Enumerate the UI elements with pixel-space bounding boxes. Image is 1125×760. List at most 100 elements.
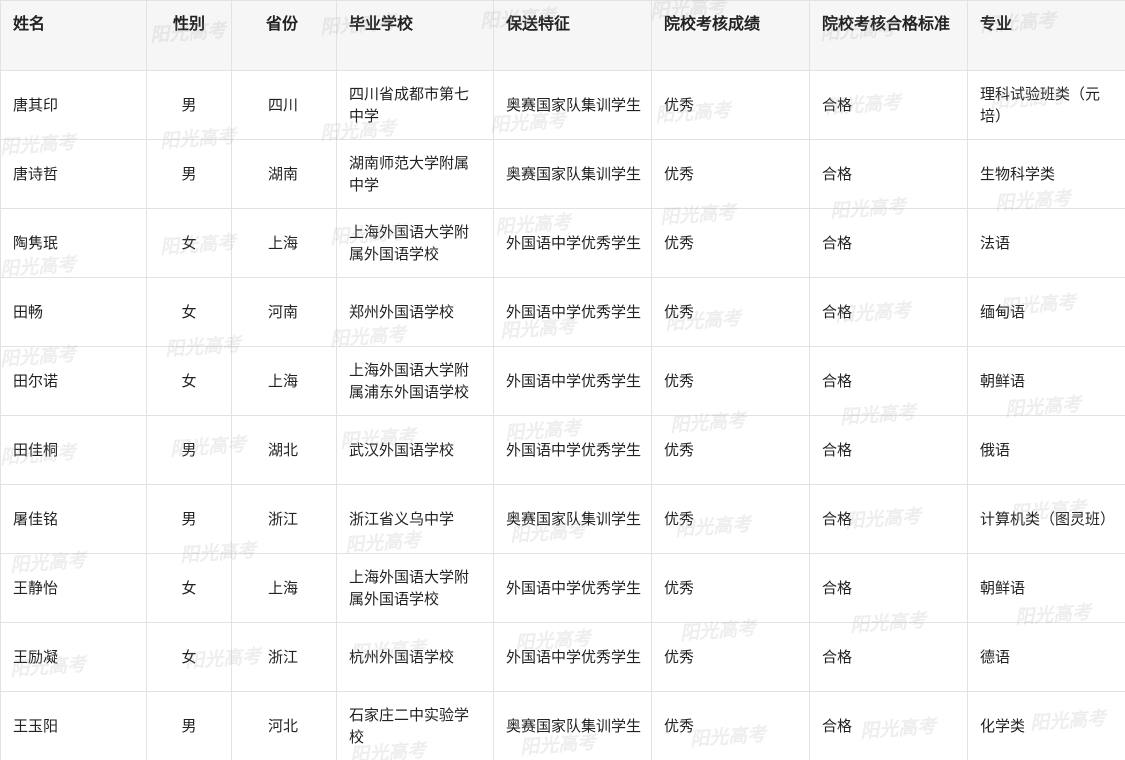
gender-cell: 男 <box>146 70 232 140</box>
standard-cell: 合格 <box>809 484 968 554</box>
major-cell: 化学类 <box>967 691 1125 760</box>
score-cell: 优秀 <box>651 553 810 623</box>
gender-cell: 男 <box>146 691 232 760</box>
table-row: 王玉阳男河北 石家庄二中实验学校 奥赛国家队集训学生 优秀 合格 化学类 <box>0 691 1125 760</box>
major-cell: 朝鲜语 <box>967 346 1125 416</box>
province-cell: 河南 <box>231 277 337 347</box>
province-cell: 湖南 <box>231 139 337 209</box>
school-cell: 上海外国语大学附属外国语学校 <box>336 208 494 278</box>
major-cell: 生物科学类 <box>967 139 1125 209</box>
header-gender: 性别 <box>146 0 232 71</box>
school-cell: 武汉外国语学校 <box>336 415 494 485</box>
table-row: 田佳桐男湖北 武汉外国语学校 外国语中学优秀学生 优秀 合格 俄语 <box>0 415 1125 485</box>
score-cell: 优秀 <box>651 139 810 209</box>
standard-cell: 合格 <box>809 346 968 416</box>
name-cell: 田畅 <box>0 277 147 347</box>
admission-table: 姓名 性别 省份 毕业学校 保送特征 院校考核成绩 院校考核合格标准 专业 唐其… <box>0 0 1125 760</box>
admission-list-page: 姓名 性别 省份 毕业学校 保送特征 院校考核成绩 院校考核合格标准 专业 唐其… <box>0 0 1125 760</box>
feature-cell: 外国语中学优秀学生 <box>493 346 652 416</box>
feature-cell: 外国语中学优秀学生 <box>493 622 652 692</box>
province-cell: 四川 <box>231 70 337 140</box>
table-body: 唐其印男四川 四川省成都市第七中学 奥赛国家队集训学生 优秀 合格 理科试验班类（元培）唐… <box>0 70 1125 760</box>
school-cell: 上海外国语大学附属外国语学校 <box>336 553 494 623</box>
standard-cell: 合格 <box>809 208 968 278</box>
gender-cell: 女 <box>146 553 232 623</box>
standard-cell: 合格 <box>809 691 968 760</box>
feature-cell: 外国语中学优秀学生 <box>493 553 652 623</box>
province-cell: 河北 <box>231 691 337 760</box>
province-cell: 湖北 <box>231 415 337 485</box>
school-cell: 湖南师范大学附属中学 <box>336 139 494 209</box>
province-cell: 上海 <box>231 553 337 623</box>
name-cell: 王静怡 <box>0 553 147 623</box>
standard-cell: 合格 <box>809 277 968 347</box>
province-cell: 浙江 <box>231 622 337 692</box>
standard-cell: 合格 <box>809 622 968 692</box>
gender-cell: 女 <box>146 346 232 416</box>
header-major: 专业 <box>967 0 1125 71</box>
feature-cell: 外国语中学优秀学生 <box>493 415 652 485</box>
table-row: 屠佳铭男浙江 浙江省义乌中学 奥赛国家队集训学生 优秀 合格 计算机类（图灵班） <box>0 484 1125 554</box>
table-row: 唐诗哲男湖南 湖南师范大学附属中学 奥赛国家队集训学生 优秀 合格 生物科学类 <box>0 139 1125 209</box>
standard-cell: 合格 <box>809 553 968 623</box>
name-cell: 田佳桐 <box>0 415 147 485</box>
header-name: 姓名 <box>0 0 147 71</box>
gender-cell: 男 <box>146 415 232 485</box>
gender-cell: 女 <box>146 277 232 347</box>
major-cell: 缅甸语 <box>967 277 1125 347</box>
name-cell: 唐其印 <box>0 70 147 140</box>
table-row: 王静怡女上海 上海外国语大学附属外国语学校 外国语中学优秀学生 优秀 合格 朝鲜语 <box>0 553 1125 623</box>
name-cell: 田尔诺 <box>0 346 147 416</box>
school-cell: 石家庄二中实验学校 <box>336 691 494 760</box>
table-row: 王励凝女浙江 杭州外国语学校 外国语中学优秀学生 优秀 合格 德语 <box>0 622 1125 692</box>
province-cell: 上海 <box>231 208 337 278</box>
score-cell: 优秀 <box>651 484 810 554</box>
name-cell: 陶隽珉 <box>0 208 147 278</box>
gender-cell: 女 <box>146 622 232 692</box>
major-cell: 计算机类（图灵班） <box>967 484 1125 554</box>
score-cell: 优秀 <box>651 622 810 692</box>
table-header-row: 姓名 性别 省份 毕业学校 保送特征 院校考核成绩 院校考核合格标准 专业 <box>0 0 1125 71</box>
feature-cell: 奥赛国家队集训学生 <box>493 691 652 760</box>
gender-cell: 男 <box>146 484 232 554</box>
feature-cell: 外国语中学优秀学生 <box>493 277 652 347</box>
school-cell: 郑州外国语学校 <box>336 277 494 347</box>
header-feature: 保送特征 <box>493 0 652 71</box>
score-cell: 优秀 <box>651 208 810 278</box>
standard-cell: 合格 <box>809 139 968 209</box>
standard-cell: 合格 <box>809 415 968 485</box>
name-cell: 王励凝 <box>0 622 147 692</box>
score-cell: 优秀 <box>651 346 810 416</box>
name-cell: 唐诗哲 <box>0 139 147 209</box>
feature-cell: 奥赛国家队集训学生 <box>493 139 652 209</box>
score-cell: 优秀 <box>651 277 810 347</box>
name-cell: 屠佳铭 <box>0 484 147 554</box>
header-standard: 院校考核合格标准 <box>809 0 968 71</box>
header-school: 毕业学校 <box>336 0 494 71</box>
name-cell: 王玉阳 <box>0 691 147 760</box>
header-score: 院校考核成绩 <box>651 0 810 71</box>
header-province: 省份 <box>231 0 337 71</box>
gender-cell: 男 <box>146 139 232 209</box>
score-cell: 优秀 <box>651 70 810 140</box>
province-cell: 上海 <box>231 346 337 416</box>
major-cell: 德语 <box>967 622 1125 692</box>
province-cell: 浙江 <box>231 484 337 554</box>
feature-cell: 奥赛国家队集训学生 <box>493 484 652 554</box>
score-cell: 优秀 <box>651 415 810 485</box>
major-cell: 理科试验班类（元培） <box>967 70 1125 140</box>
school-cell: 浙江省义乌中学 <box>336 484 494 554</box>
school-cell: 上海外国语大学附属浦东外国语学校 <box>336 346 494 416</box>
score-cell: 优秀 <box>651 691 810 760</box>
standard-cell: 合格 <box>809 70 968 140</box>
major-cell: 朝鲜语 <box>967 553 1125 623</box>
major-cell: 俄语 <box>967 415 1125 485</box>
table-row: 唐其印男四川 四川省成都市第七中学 奥赛国家队集训学生 优秀 合格 理科试验班类（元培） <box>0 70 1125 140</box>
table-row: 田畅女河南 郑州外国语学校 外国语中学优秀学生 优秀 合格 缅甸语 <box>0 277 1125 347</box>
school-cell: 杭州外国语学校 <box>336 622 494 692</box>
school-cell: 四川省成都市第七中学 <box>336 70 494 140</box>
gender-cell: 女 <box>146 208 232 278</box>
feature-cell: 奥赛国家队集训学生 <box>493 70 652 140</box>
table-row: 田尔诺女上海 上海外国语大学附属浦东外国语学校 外国语中学优秀学生 优秀 合格 朝鲜语 <box>0 346 1125 416</box>
table-row: 陶隽珉女上海 上海外国语大学附属外国语学校 外国语中学优秀学生 优秀 合格 法语 <box>0 208 1125 278</box>
